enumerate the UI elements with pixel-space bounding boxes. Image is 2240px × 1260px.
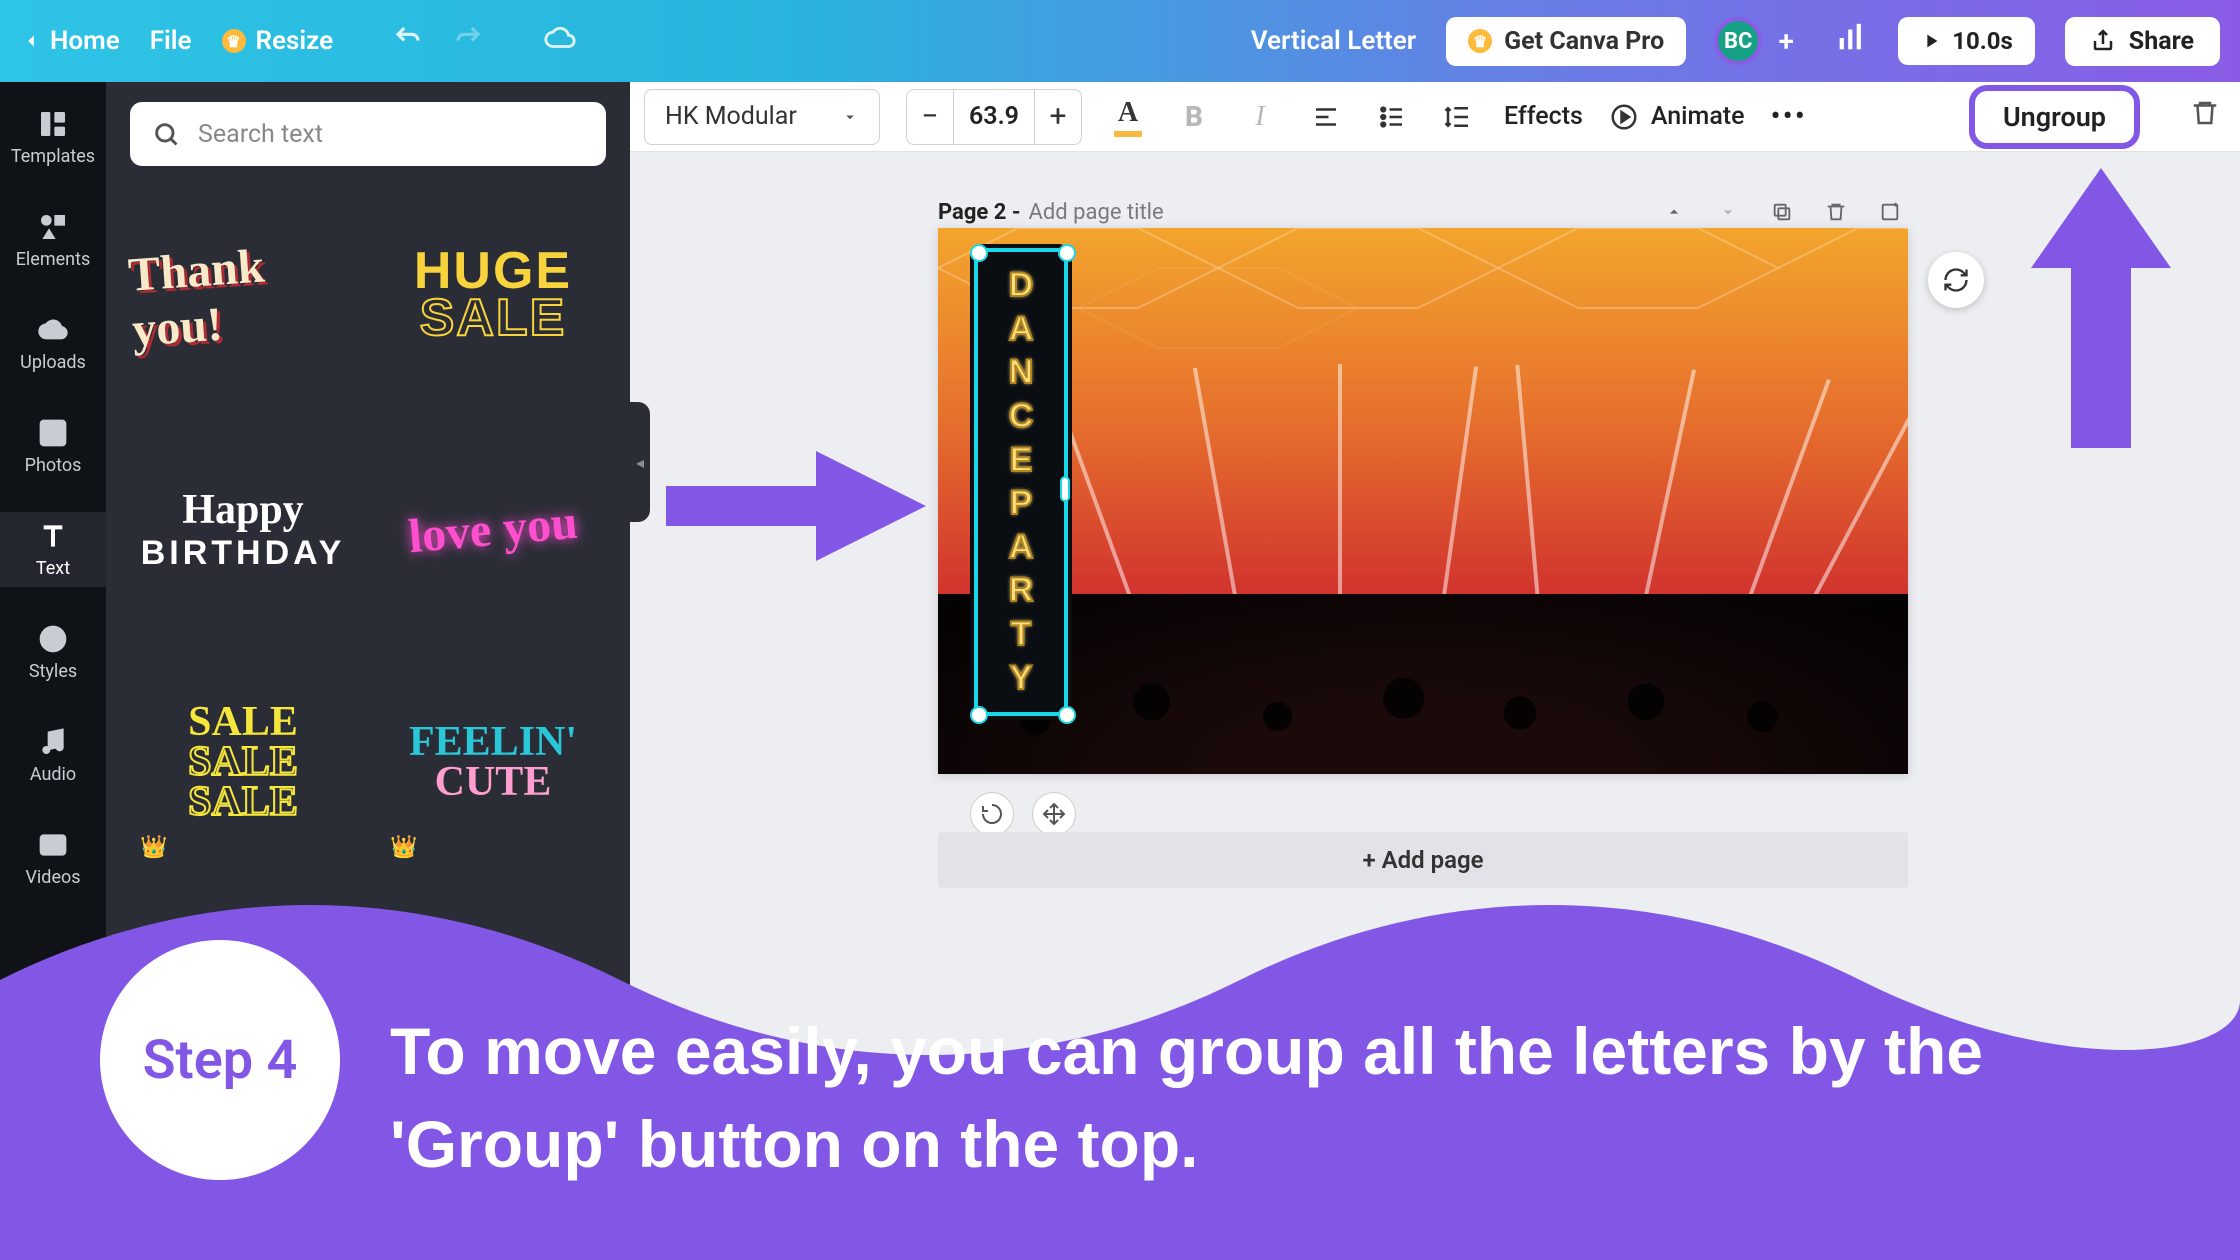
neon-letter: R xyxy=(1009,571,1034,610)
annotation-arrow-right xyxy=(666,436,936,580)
font-size-value[interactable]: 63.9 xyxy=(954,89,1034,145)
file-menu[interactable]: File xyxy=(150,26,192,56)
document-name[interactable]: Vertical Letter xyxy=(1251,26,1416,56)
search-input[interactable]: Search text xyxy=(130,102,606,166)
text-template[interactable]: HUGESALE xyxy=(380,190,606,400)
home-button[interactable]: Home xyxy=(20,26,120,56)
neon-letter: A xyxy=(1009,310,1034,349)
page-collapse-down[interactable] xyxy=(1710,194,1746,230)
neon-letter: N xyxy=(1009,353,1034,392)
present-button[interactable]: 10.0s xyxy=(1898,17,2035,65)
text-template[interactable]: FEELIN'CUTE👑 xyxy=(380,658,606,868)
duration-label: 10.0s xyxy=(1952,27,2013,55)
page-number: Page 2 - xyxy=(938,200,1021,225)
premium-badge-icon: 👑 xyxy=(140,837,167,858)
rail-photos[interactable]: Photos xyxy=(0,409,106,484)
chevron-down-icon xyxy=(841,108,859,126)
search-icon xyxy=(152,120,180,148)
more-options-button[interactable]: ••• xyxy=(1771,99,1807,134)
get-pro-label: Get Canva Pro xyxy=(1504,27,1664,56)
step-badge: Step 4 xyxy=(100,940,340,1180)
neon-letter: P xyxy=(1010,484,1033,523)
italic-button[interactable]: I xyxy=(1240,97,1280,137)
neon-letter: C xyxy=(1009,397,1034,436)
tutorial-text: To move easily, you can group all the le… xyxy=(390,1005,2180,1190)
rail-templates[interactable]: Templates xyxy=(0,100,106,175)
annotation-arrow-up xyxy=(2026,168,2176,452)
crowd-silhouette xyxy=(938,594,1908,774)
crown-icon: ♛ xyxy=(222,29,246,53)
font-family-select[interactable]: HK Modular xyxy=(644,89,880,145)
spacing-button[interactable] xyxy=(1438,97,1478,137)
text-template[interactable]: Thank you! xyxy=(123,182,363,407)
list-button[interactable] xyxy=(1372,97,1412,137)
panel-collapse-handle[interactable]: ◂ xyxy=(630,402,650,522)
rail-audio[interactable]: Audio xyxy=(0,718,106,793)
rail-uploads[interactable]: Uploads xyxy=(0,306,106,381)
add-collaborator-button[interactable]: + xyxy=(1768,23,1804,59)
effects-button[interactable]: Effects xyxy=(1504,102,1583,131)
neon-letter: E xyxy=(1010,441,1033,480)
redo-button[interactable] xyxy=(453,23,483,60)
font-size-increase[interactable]: + xyxy=(1034,89,1082,145)
app-header: Home File ♛ Resize Vertical Letter ♛ Get… xyxy=(0,0,2240,82)
search-placeholder: Search text xyxy=(198,120,323,149)
insights-button[interactable] xyxy=(1834,21,1868,62)
selected-text-element[interactable]: DANCEPARTY xyxy=(978,252,1064,712)
ungroup-label: Ungroup xyxy=(2003,101,2106,133)
home-label: Home xyxy=(50,26,120,56)
crown-icon: ♛ xyxy=(1468,29,1492,53)
page-collapse-up[interactable] xyxy=(1656,194,1692,230)
font-name: HK Modular xyxy=(665,102,797,131)
text-color-button[interactable]: A xyxy=(1108,97,1148,137)
alignment-button[interactable] xyxy=(1306,97,1346,137)
avatar[interactable]: BC xyxy=(1714,17,1762,65)
neon-letter: Y xyxy=(1010,659,1033,698)
get-pro-button[interactable]: ♛ Get Canva Pro xyxy=(1446,17,1686,66)
sync-status-icon[interactable] xyxy=(543,21,577,62)
neon-letter: A xyxy=(1009,528,1034,567)
rail-elements[interactable]: Elements xyxy=(0,203,106,278)
font-size-decrease[interactable]: − xyxy=(906,89,954,145)
new-page-button[interactable] xyxy=(1872,194,1908,230)
delete-button[interactable] xyxy=(2190,98,2220,135)
move-handle[interactable] xyxy=(1032,792,1076,836)
resize-button[interactable]: ♛ Resize xyxy=(222,26,334,56)
undo-button[interactable] xyxy=(393,23,423,60)
rail-text[interactable]: Text xyxy=(0,512,106,587)
ungroup-button[interactable]: Ungroup xyxy=(1969,85,2140,149)
duplicate-page[interactable] xyxy=(1764,194,1800,230)
text-template[interactable]: HappyBIRTHDAY xyxy=(130,424,356,634)
animate-label: Animate xyxy=(1651,102,1745,131)
text-template[interactable]: love you xyxy=(371,415,614,644)
share-button[interactable]: Share xyxy=(2065,17,2220,66)
animate-button[interactable]: Animate xyxy=(1609,102,1745,132)
page-title-input[interactable]: Add page title xyxy=(1029,200,1164,225)
premium-badge-icon: 👑 xyxy=(390,837,417,858)
bold-button[interactable]: B xyxy=(1174,97,1214,137)
text-template[interactable]: SALESALESALE👑 xyxy=(130,658,356,868)
page-canvas[interactable]: DANCEPARTY xyxy=(938,228,1908,774)
resize-label: Resize xyxy=(256,26,334,56)
neon-letter: D xyxy=(1009,266,1034,305)
delete-page[interactable] xyxy=(1818,194,1854,230)
rotate-handle[interactable] xyxy=(970,792,1014,836)
page-header: Page 2 - Add page title xyxy=(938,194,1908,230)
share-label: Share xyxy=(2129,27,2194,56)
rail-styles[interactable]: Styles xyxy=(0,615,106,690)
quick-action-button[interactable] xyxy=(1928,252,1984,308)
neon-letter: T xyxy=(1011,615,1032,654)
